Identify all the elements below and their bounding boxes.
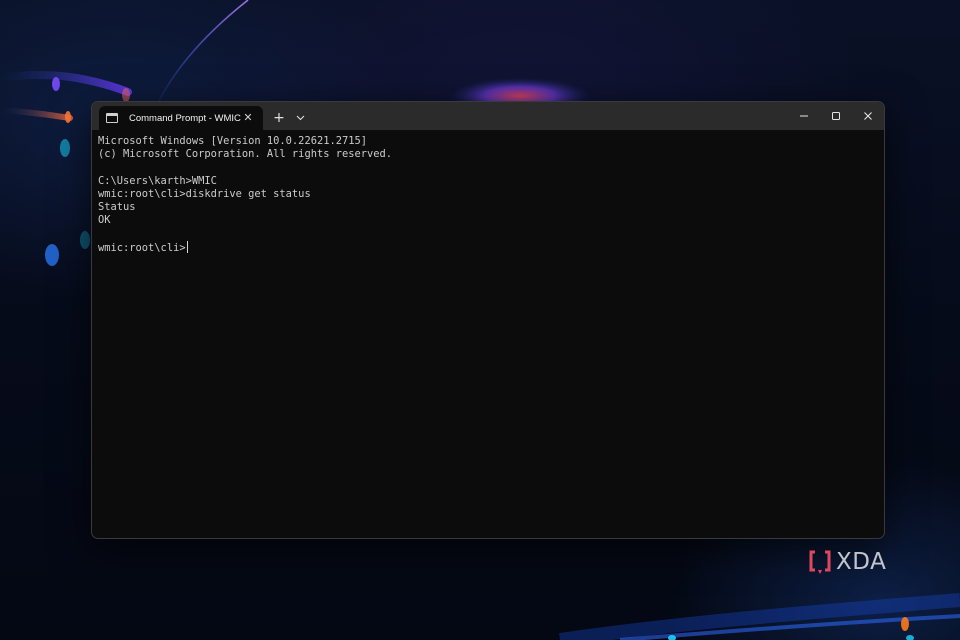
console-prompt-line[interactable]: wmic:root\cli> xyxy=(98,240,878,254)
minimize-button[interactable] xyxy=(788,102,820,130)
console-line: Microsoft Windows [Version 10.0.22621.27… xyxy=(98,135,367,147)
text-cursor xyxy=(186,240,188,253)
window-controls xyxy=(788,102,884,130)
chevron-down-icon xyxy=(296,115,304,121)
maximize-icon xyxy=(832,112,840,120)
title-bar[interactable]: Command Prompt - WMIC ✕ + xyxy=(92,102,884,130)
console-line: Status xyxy=(98,200,136,213)
xda-logo-text: XDA xyxy=(836,549,887,575)
console-line: OK xyxy=(98,214,111,227)
tab-close-icon[interactable]: ✕ xyxy=(241,111,255,125)
console-output[interactable]: Microsoft Windows [Version 10.0.22621.27… xyxy=(92,130,884,259)
console-line: wmic:root\cli>diskdrive get status xyxy=(98,187,311,200)
tab-command-prompt[interactable]: Command Prompt - WMIC ✕ xyxy=(99,106,263,130)
xda-logo-icon xyxy=(809,550,831,574)
console-line: C:\Users\karth>WMIC xyxy=(98,174,217,187)
tab-title: Command Prompt - WMIC xyxy=(129,112,241,124)
console-line: (c) Microsoft Corporation. All rights re… xyxy=(98,148,393,161)
new-tab-button[interactable]: + xyxy=(267,106,291,130)
maximize-button[interactable] xyxy=(820,102,852,130)
console-prompt: wmic:root\cli> xyxy=(98,241,186,254)
desktop-background: Command Prompt - WMIC ✕ + Microsoft Wind… xyxy=(0,0,960,640)
close-button[interactable] xyxy=(852,102,884,130)
tab-dropdown-button[interactable] xyxy=(291,106,309,130)
xda-watermark: XDA xyxy=(809,549,886,575)
terminal-window: Command Prompt - WMIC ✕ + Microsoft Wind… xyxy=(91,101,885,539)
minimize-icon xyxy=(800,115,808,117)
close-icon xyxy=(864,112,872,120)
terminal-icon xyxy=(106,113,118,123)
